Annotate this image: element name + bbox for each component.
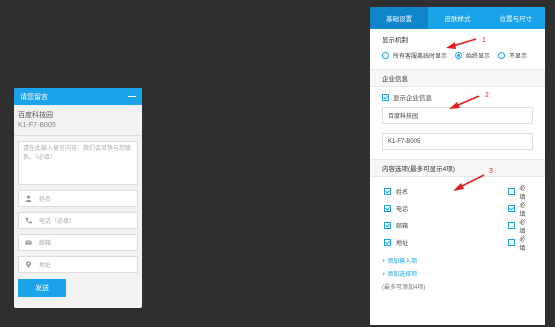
add-select-link[interactable]: + 添加选择项 [370,267,545,280]
company-code-value: K1-F7-B005 [388,138,421,145]
max-items-note: (最多可添加4项) [382,284,426,291]
tab-position-size[interactable]: 位置与尺寸 [487,7,545,29]
option-row-address: 地址 必填 [370,234,545,252]
radio-always-show[interactable] [455,51,463,59]
annotation-marker-2: 2 [485,92,489,99]
send-button[interactable]: 发送 [18,279,66,297]
annotation-marker-3: 3 [489,168,493,175]
show-company-row: 显示企业信息 [370,87,545,107]
company-code-input[interactable]: K1-F7-B005 [382,133,533,150]
option-row-name: 姓名 必填 [370,183,545,201]
option-row-phone: 电话 必填 [370,200,545,218]
radio-offline-show-label[interactable]: 所有客服离线时显示 [393,51,447,60]
annotation-marker-1: 1 [482,37,486,44]
radio-hide[interactable] [498,51,506,59]
add-input-link[interactable]: + 添加输入项 [370,254,545,267]
option-address-required-checkbox[interactable] [508,239,516,246]
option-phone-label: 电话 [396,207,409,213]
option-address-label: 地址 [396,241,409,247]
content-options-title: 内容选项(最多可显示4项) [382,166,455,173]
option-address-checkbox[interactable] [384,239,391,246]
company-code: K1-F7-B005 [18,122,56,129]
option-phone-required-checkbox[interactable] [508,205,516,212]
option-email-label: 邮箱 [396,224,409,230]
location-pin-icon [23,261,33,268]
email-placeholder: 邮箱 [39,241,52,247]
show-company-checkbox[interactable] [382,93,389,101]
option-name-required-checkbox[interactable] [508,188,516,195]
phone-icon [23,217,33,224]
radio-offline-show[interactable] [382,51,389,59]
widget-header: 请您留言 [14,88,142,105]
settings-tabs: 基础设置 皮肤样式 位置与尺寸 [370,7,545,29]
tab-basic-settings[interactable]: 基础设置 [370,7,429,29]
option-email-required-label: 必填 [519,219,526,235]
option-email-checkbox[interactable] [384,222,391,229]
widget-title: 请您留言 [20,93,48,101]
phone-field[interactable]: 电话（必填） [18,212,138,229]
content-options-header: 内容选项(最多可显示4项) [370,159,545,177]
message-textarea[interactable]: 请在此输入留言内容，我们会尽快与您联系。（必填） [18,141,138,185]
email-field[interactable]: 邮箱 [18,234,138,251]
option-row-email: 邮箱 必填 [370,217,545,235]
display-mechanism-options: 所有客服离线时显示 始终显示 不显示 [370,49,545,61]
minimize-icon[interactable] [128,95,136,98]
settings-panel: 基础设置 皮肤样式 位置与尺寸 显示机制 所有客服离线时显示 始终显示 不显示 … [370,7,545,325]
company-info-header: 企业信息 [370,69,545,87]
tab-skin-style[interactable]: 皮肤样式 [428,7,486,29]
address-field[interactable]: 地址 [18,256,138,273]
mail-icon [23,239,33,246]
company-name: 百度科技园 [18,112,53,119]
radio-always-show-label[interactable]: 始终显示 [466,51,490,60]
phone-placeholder: 电话（必填） [39,219,76,225]
message-placeholder: 请在此输入留言内容，我们会尽快与您联系。（必填） [23,146,132,161]
company-info-title: 企业信息 [382,76,408,83]
option-name-required-label: 必填 [519,185,526,201]
option-email-required-checkbox[interactable] [508,222,516,229]
company-name-value: 百度科技园 [388,114,419,120]
company-name-input[interactable]: 百度科技园 [382,107,533,124]
option-address-required-label: 必填 [519,236,526,252]
option-phone-checkbox[interactable] [384,205,391,212]
name-placeholder: 姓名 [39,197,52,203]
address-placeholder: 地址 [39,263,52,269]
option-phone-required-label: 必填 [519,202,526,218]
company-info: 百度科技园 K1-F7-B005 [14,105,142,136]
option-name-checkbox[interactable] [384,188,391,195]
display-mechanism-title: 显示机制 [382,37,408,44]
display-mechanism-header: 显示机制 [370,29,545,49]
show-company-label[interactable]: 显示企业信息 [393,92,432,102]
radio-hide-label[interactable]: 不显示 [509,51,527,60]
user-icon [23,195,33,202]
message-widget: 请您留言 百度科技园 K1-F7-B005 请在此输入留言内容，我们会尽快与您联… [14,88,142,308]
option-name-label: 姓名 [396,190,409,196]
name-field[interactable]: 姓名 [18,190,138,207]
